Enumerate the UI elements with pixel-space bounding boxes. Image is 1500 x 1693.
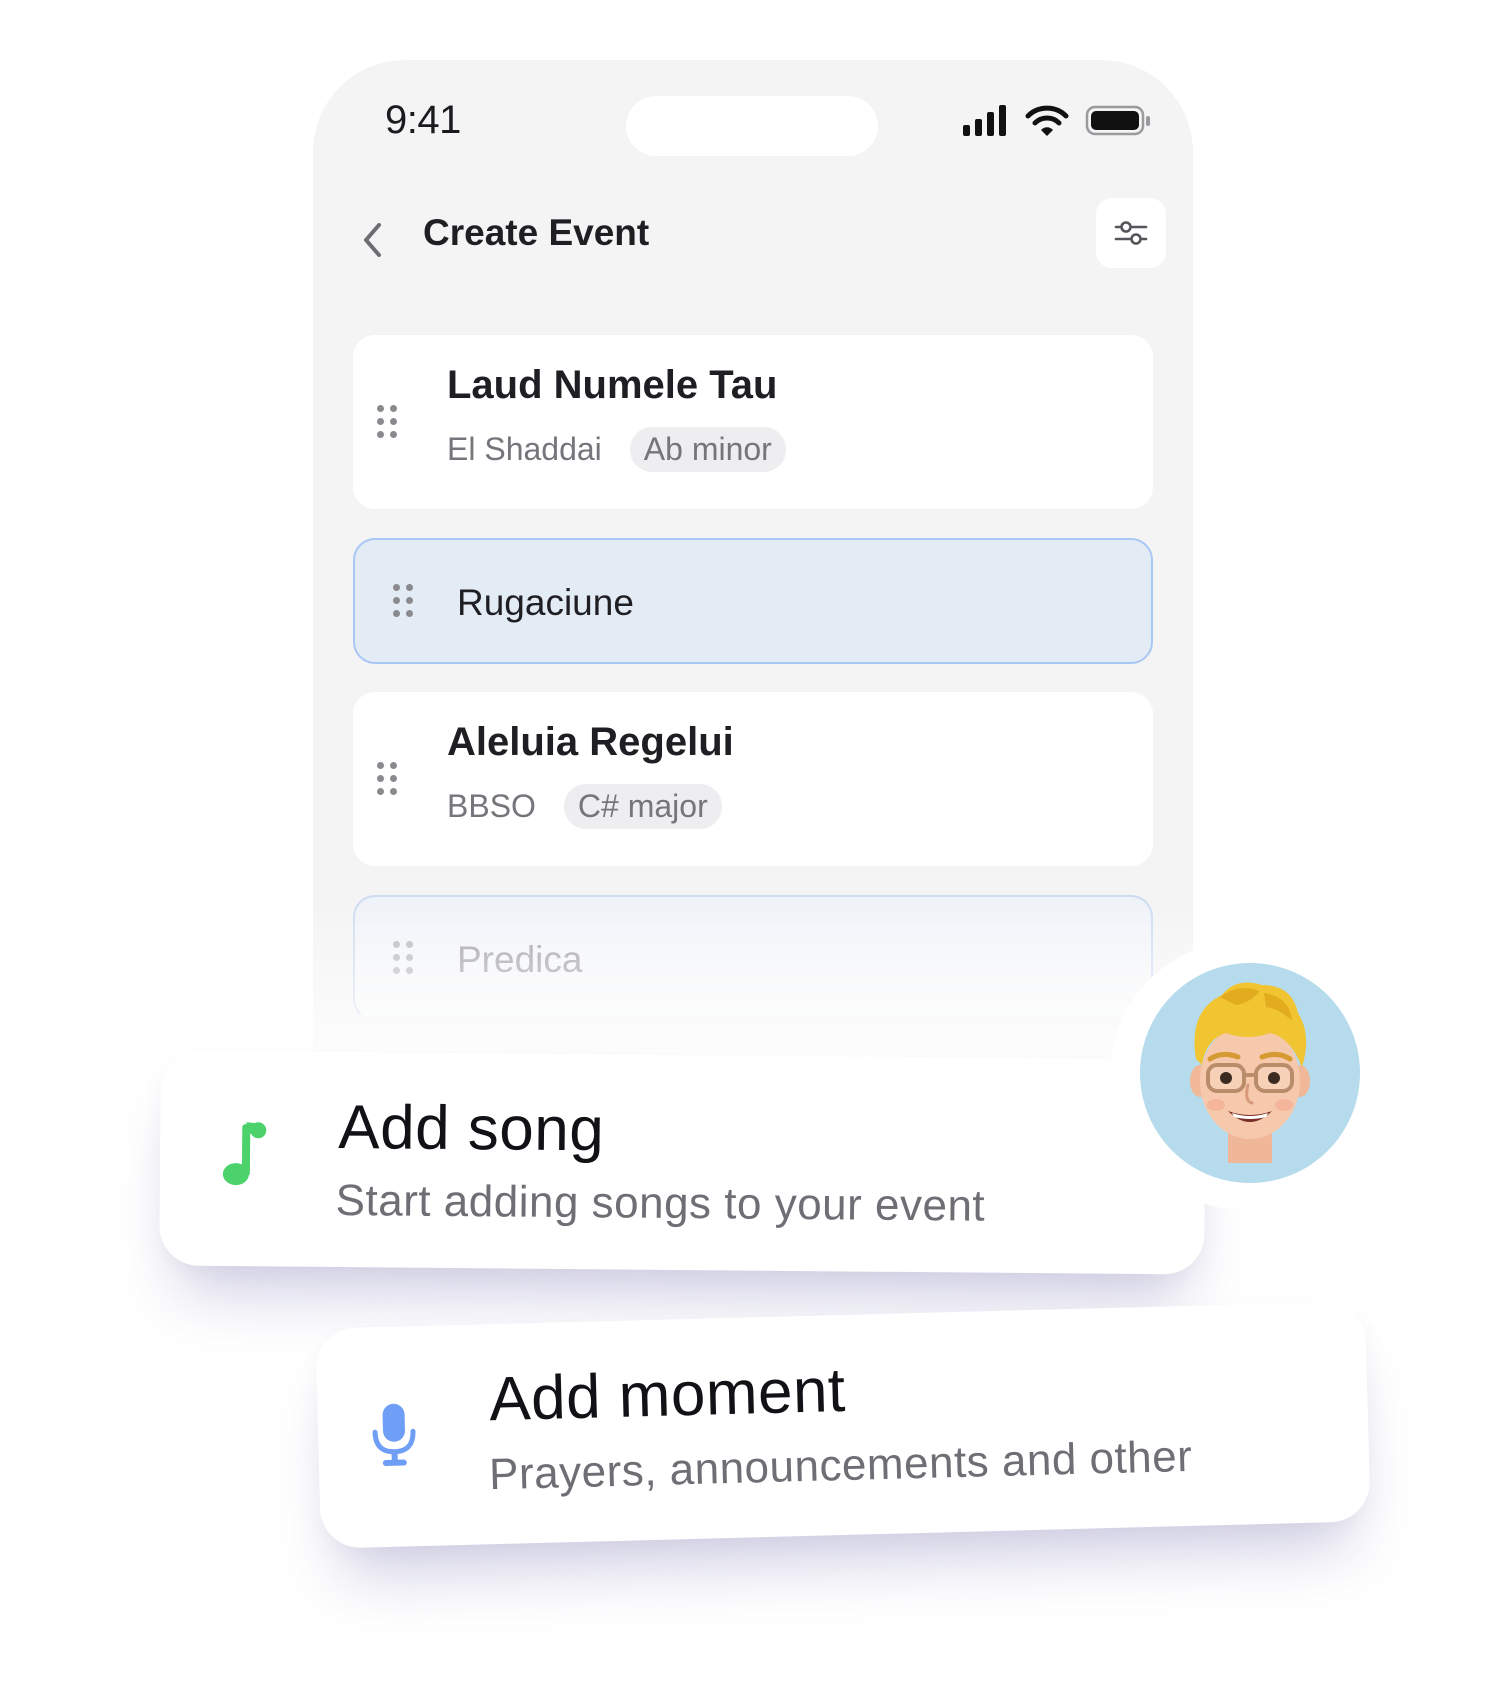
song-card[interactable]: Aleluia Regelui BBSO C# major bbox=[353, 692, 1153, 866]
phone-frame: 9:41 Create Event Laud Numele Tau El Sha… bbox=[313, 60, 1193, 1140]
add-moment-subtitle: Prayers, announcements and other bbox=[488, 1431, 1193, 1500]
song-card[interactable]: Laud Numele Tau El Shaddai Ab minor bbox=[353, 335, 1153, 509]
add-song-card[interactable]: Add song Start adding songs to your even… bbox=[159, 1050, 1206, 1275]
back-button[interactable] bbox=[355, 215, 389, 265]
microphone-icon bbox=[369, 1401, 419, 1473]
drag-handle-icon[interactable] bbox=[377, 405, 399, 439]
song-title: Aleluia Regelui bbox=[447, 720, 734, 764]
chevron-left-icon bbox=[364, 223, 381, 257]
song-title: Laud Numele Tau bbox=[447, 363, 778, 407]
add-song-title: Add song bbox=[337, 1092, 605, 1165]
song-artist: BBSO bbox=[447, 788, 536, 824]
key-badge: C# major bbox=[563, 784, 722, 829]
moment-card[interactable]: Predica bbox=[353, 895, 1153, 1021]
music-note-icon bbox=[218, 1118, 275, 1193]
filter-button[interactable] bbox=[1096, 198, 1166, 268]
battery-icon bbox=[1085, 104, 1151, 138]
signal-icon bbox=[963, 104, 1007, 136]
memoji-avatar-icon bbox=[1190, 982, 1310, 1163]
song-artist: El Shaddai bbox=[447, 431, 602, 467]
moment-label: Rugaciune bbox=[457, 582, 634, 623]
song-meta: El Shaddai Ab minor bbox=[447, 427, 786, 472]
add-song-subtitle: Start adding songs to your event bbox=[335, 1175, 986, 1231]
status-time: 9:41 bbox=[385, 98, 461, 142]
drag-handle-icon[interactable] bbox=[377, 762, 399, 796]
avatar[interactable] bbox=[1140, 963, 1360, 1183]
dynamic-island bbox=[626, 96, 878, 156]
key-badge: Ab minor bbox=[629, 427, 786, 472]
add-moment-card[interactable]: Add moment Prayers, announcements and ot… bbox=[315, 1301, 1371, 1549]
add-moment-title: Add moment bbox=[488, 1355, 847, 1435]
song-meta: BBSO C# major bbox=[447, 784, 722, 829]
page-title: Create Event bbox=[423, 212, 650, 253]
drag-handle-icon[interactable] bbox=[393, 584, 415, 618]
sliders-icon bbox=[1114, 221, 1148, 245]
moment-label: Predica bbox=[457, 939, 583, 980]
drag-handle-icon[interactable] bbox=[393, 941, 415, 975]
moment-card[interactable]: Rugaciune bbox=[353, 538, 1153, 664]
wifi-icon bbox=[1025, 104, 1069, 138]
